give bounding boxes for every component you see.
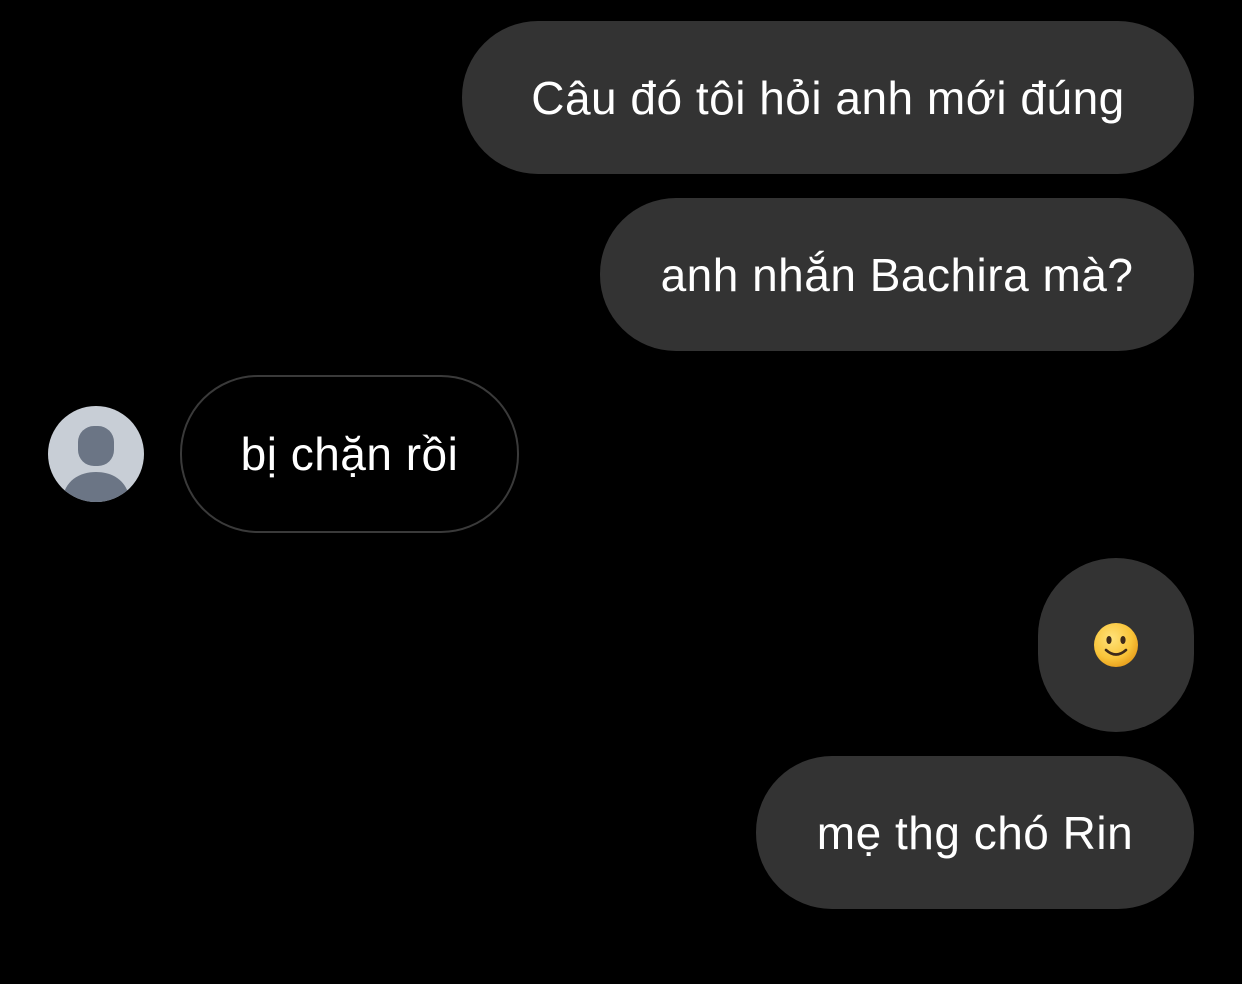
default-user-avatar-icon[interactable] <box>48 406 144 502</box>
incoming-message-bubble[interactable]: bị chặn rồi <box>180 375 519 533</box>
outgoing-message-bubble[interactable] <box>1038 558 1194 732</box>
outgoing-message-bubble[interactable]: anh nhắn Bachira mà? <box>600 198 1194 351</box>
outgoing-message-bubble[interactable]: mẹ thg chó Rin <box>756 756 1194 909</box>
message-text: bị chặn rồi <box>240 428 459 480</box>
slightly-smiling-face-icon <box>1093 622 1139 668</box>
message-text: Câu đó tôi hỏi anh mới đúng <box>531 71 1125 124</box>
message-text: mẹ thg chó Rin <box>816 806 1134 859</box>
outgoing-message-bubble[interactable]: Câu đó tôi hỏi anh mới đúng <box>462 21 1194 174</box>
message-text: anh nhắn Bachira mà? <box>660 248 1134 301</box>
